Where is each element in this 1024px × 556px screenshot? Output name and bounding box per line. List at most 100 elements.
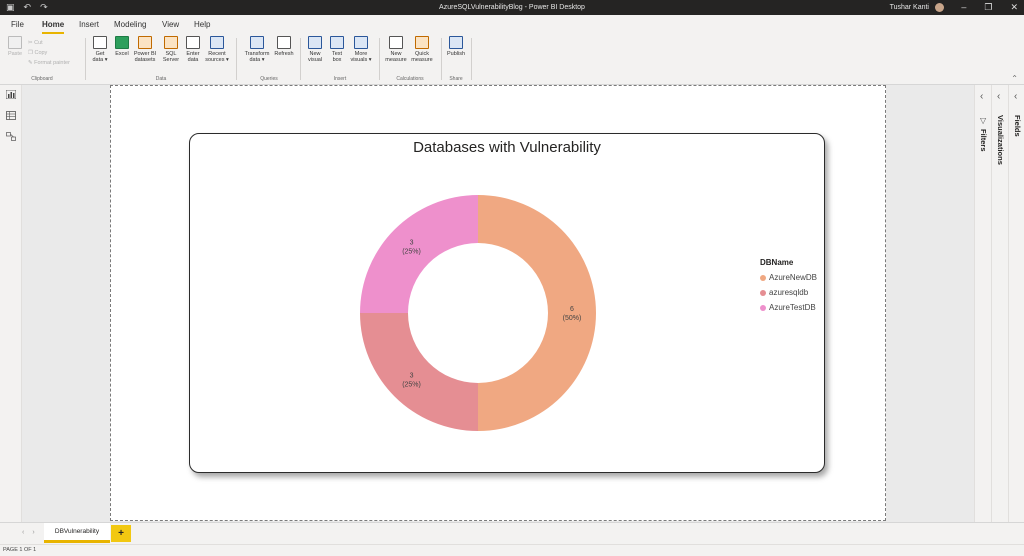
tab-home[interactable]: Home	[42, 20, 65, 34]
refresh-button[interactable]: Refresh	[272, 36, 296, 57]
group-separator	[471, 38, 472, 80]
clipboard-small-buttons: ✂ Cut ❐ Copy ✎ Format painter	[28, 38, 70, 68]
text-box-button[interactable]: Text box	[325, 36, 349, 63]
menu-bar: File Home Insert Modeling View Help	[0, 15, 1024, 34]
group-separator	[300, 38, 301, 80]
donut-chart[interactable]: 6 (50%)3 (25%)3 (25%)	[190, 134, 826, 474]
model-view-icon[interactable]	[6, 132, 16, 141]
page-nav-arrows: ‹ ›	[22, 529, 35, 536]
copy-button[interactable]: ❐ Copy	[28, 48, 70, 58]
publish-icon	[449, 36, 463, 49]
legend-title: DBName	[760, 258, 794, 267]
quick-measure-button[interactable]: Quick measure	[409, 36, 435, 63]
page-tabs-bar: ‹ › DBVulnerability +	[0, 522, 1024, 544]
chart-legend: DBName AzureNewDB azuresqldb AzureTestDB	[760, 258, 817, 318]
restore-icon[interactable]: ❐	[984, 1, 992, 13]
excel-icon	[115, 36, 129, 49]
dataset-icon	[138, 36, 152, 49]
user-account[interactable]: Tushar Kanti	[890, 3, 944, 12]
group-label-clipboard: Clipboard	[31, 76, 53, 82]
filters-label: Filters	[979, 129, 988, 152]
group-separator	[441, 38, 442, 80]
data-view-icon[interactable]	[6, 111, 16, 120]
transform-data-button[interactable]: Transform data ▾	[243, 36, 271, 63]
group-separator	[379, 38, 380, 80]
chevron-left-icon[interactable]: ‹	[980, 91, 983, 102]
tab-insert[interactable]: Insert	[79, 20, 99, 30]
legend-label: AzureTestDB	[769, 303, 816, 312]
chevron-left-icon[interactable]: ‹	[997, 91, 1000, 102]
page-indicator: PAGE 1 OF 1	[3, 547, 37, 553]
table-icon	[186, 36, 200, 49]
quick-measure-icon	[415, 36, 429, 49]
paste-icon	[8, 36, 22, 49]
more-visuals-button[interactable]: More visuals ▾	[349, 36, 373, 63]
view-switcher	[0, 85, 22, 541]
visuals-grid-icon	[354, 36, 368, 49]
legend-marker	[760, 289, 766, 296]
publish-button[interactable]: Publish	[444, 36, 468, 57]
fields-label: Fields	[1013, 115, 1022, 137]
new-measure-button[interactable]: New measure	[383, 36, 409, 63]
avatar[interactable]	[935, 3, 944, 12]
recent-sources-button[interactable]: Recent sources ▾	[205, 36, 229, 63]
legend-marker	[760, 304, 766, 311]
report-view-icon[interactable]	[6, 90, 16, 99]
sql-server-icon	[164, 36, 178, 49]
group-label-share: Share	[449, 76, 463, 82]
tab-help[interactable]: Help	[194, 20, 210, 30]
side-panes: ‹ ▽ Filters ‹ Visualizations ‹ Fields	[974, 85, 1024, 522]
group-label-data: Data	[155, 76, 167, 82]
legend-item-azurenewdb[interactable]: AzureNewDB	[760, 273, 817, 282]
get-data-button[interactable]: Get data ▾	[88, 36, 112, 63]
enter-data-button[interactable]: Enter data	[181, 36, 205, 63]
text-box-icon	[330, 36, 344, 49]
fields-pane[interactable]: ‹ Fields	[1008, 85, 1024, 522]
visualizations-label: Visualizations	[996, 115, 1005, 165]
database-icon	[93, 36, 107, 49]
legend-label: AzureNewDB	[769, 273, 818, 282]
refresh-icon	[277, 36, 291, 49]
group-separator	[85, 38, 86, 80]
tab-file[interactable]: File	[11, 20, 24, 30]
power-bi-datasets-button[interactable]: Power BI datasets	[133, 36, 157, 63]
donut-slice-azurenewdb[interactable]	[478, 195, 596, 431]
minimize-icon[interactable]: –	[961, 1, 966, 13]
filters-pane[interactable]: ‹ ▽ Filters	[974, 85, 991, 522]
clock-icon	[210, 36, 224, 49]
chevron-right-icon[interactable]: ›	[32, 529, 34, 536]
report-canvas: Databases with Vulnerability 6 (50%) 3 (25%…	[22, 85, 974, 522]
report-page: Databases with Vulnerability 6 (50%) 3 (25%…	[110, 85, 886, 521]
add-page-button[interactable]: +	[111, 525, 131, 542]
new-visual-button[interactable]: New visual	[303, 36, 327, 63]
legend-marker	[760, 274, 766, 281]
sql-server-button[interactable]: SQL Server	[159, 36, 183, 63]
legend-label: azuresqldb	[769, 288, 809, 297]
close-icon[interactable]: ✕	[1010, 1, 1018, 13]
paste-button[interactable]: Paste	[3, 36, 27, 57]
chevron-left-icon[interactable]: ‹	[1014, 91, 1017, 102]
visualizations-pane[interactable]: ‹ Visualizations	[991, 85, 1008, 522]
bar-chart-icon	[308, 36, 322, 49]
donut-chart-visual[interactable]: Databases with Vulnerability 6 (50%) 3 (25%…	[189, 133, 825, 473]
tab-view[interactable]: View	[162, 20, 179, 30]
chevron-left-icon[interactable]: ‹	[22, 529, 24, 536]
window-title: AzureSQLVulnerabilityBlog - Power BI Des…	[439, 4, 585, 11]
group-label-queries: Queries	[260, 76, 278, 82]
page-tab-dbvulnerability[interactable]: DBVulnerability	[44, 523, 110, 543]
transform-icon	[250, 36, 264, 49]
chevron-up-icon[interactable]: ⌃	[1011, 74, 1018, 83]
group-label-calculations: Calculations	[396, 76, 424, 82]
excel-button[interactable]: Excel	[110, 36, 134, 57]
filter-icon: ▽	[980, 116, 987, 125]
legend-item-azuresqldb[interactable]: azuresqldb	[760, 288, 817, 297]
tab-modeling[interactable]: Modeling	[114, 20, 146, 30]
donut-slice-azuresqldb[interactable]	[360, 313, 478, 431]
format-painter-button[interactable]: ✎ Format painter	[28, 58, 70, 68]
group-label-insert: Insert	[333, 76, 347, 82]
legend-item-azuretestdb[interactable]: AzureTestDB	[760, 303, 817, 312]
status-bar: PAGE 1 OF 1	[0, 544, 1024, 556]
cut-button[interactable]: ✂ Cut	[28, 38, 70, 48]
window-controls: – ❐ ✕	[961, 1, 1018, 13]
user-name: Tushar Kanti	[889, 4, 929, 11]
